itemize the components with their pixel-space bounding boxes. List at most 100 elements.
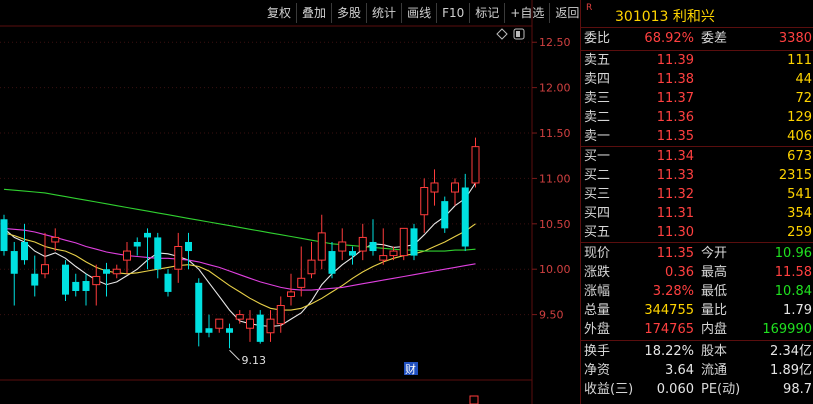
- stat-row-label: 外盘: [584, 322, 611, 337]
- bid-level-label: 买二: [584, 168, 611, 183]
- bid-level-value: 11.32: [656, 187, 694, 202]
- stat-row: 涨跌 0.36 最高 11.58: [581, 263, 813, 282]
- bid-level: 买四 11.31 354: [581, 204, 813, 223]
- ask-level-label: 卖一: [584, 129, 611, 144]
- stat-row-label-2: 今开: [701, 246, 728, 261]
- bid-level: 买五 11.30 259: [581, 223, 813, 242]
- stat-row-value: 11.35: [656, 246, 694, 261]
- kline-chart-panel[interactable]: 12.50 12.00 11.50 11.00 10.50 10.00 9.50 9.13 财 …: [0, 0, 579, 404]
- toolbar-overlay-button[interactable]: 叠加: [296, 3, 331, 23]
- window-icon-inner: [516, 31, 520, 37]
- bid-level-label: 买三: [584, 187, 611, 202]
- candle-body: [399, 227, 408, 257]
- bid-level-value-2: 541: [787, 187, 812, 202]
- fund-row-value-2: 2.34亿: [770, 344, 812, 359]
- candle-body: [21, 241, 28, 261]
- bid-level-label: 买四: [584, 206, 611, 221]
- bid-level-value: 11.31: [656, 206, 694, 221]
- candle-body: [349, 251, 356, 256]
- bid-level: 买一 11.34 673: [581, 147, 813, 166]
- bid-level-value: 11.34: [656, 149, 694, 164]
- stat-row-label-2: 最低: [701, 284, 728, 299]
- stat-row-value: 174765: [644, 322, 694, 337]
- stat-row-value-2: 169990: [762, 322, 812, 337]
- candle-body: [338, 241, 347, 252]
- candle-body: [144, 232, 151, 238]
- toolbar-statistics-button[interactable]: 统计: [366, 3, 401, 23]
- candle-body: [103, 269, 110, 274]
- candle-body: [287, 291, 295, 297]
- toolbar-add-watchlist-button[interactable]: +自选: [504, 3, 549, 23]
- low-price-pointer: [229, 349, 240, 361]
- candle-body: [235, 314, 244, 320]
- bid-level: 买三 11.32 541: [581, 185, 813, 204]
- ask-level-value-2: 72: [795, 91, 812, 106]
- fund-row-value: 3.64: [665, 363, 694, 378]
- toolbar-multi-stock-button[interactable]: 多股: [331, 3, 366, 23]
- candle-body: [51, 236, 60, 243]
- fund-row-value: 0.060: [656, 382, 694, 397]
- candle-body: [471, 146, 480, 184]
- ask-level-label: 卖二: [584, 110, 611, 125]
- y-tick-label: 12.50: [539, 36, 571, 49]
- toolbar-mark-button[interactable]: 标记: [469, 3, 504, 23]
- candle-body: [430, 182, 439, 193]
- y-tick-label: 10.50: [539, 218, 571, 231]
- candle-body: [441, 201, 449, 229]
- candle-body: [62, 264, 69, 295]
- chart-toolbar: 复权 叠加 多股 统计 画线 F10 标记 +自选 返回: [262, 3, 584, 23]
- ask-level-value-2: 44: [795, 72, 812, 87]
- stat-row-label: 总量: [584, 303, 611, 318]
- stat-row: 现价 11.35 今开 10.96: [581, 244, 813, 263]
- toolbar-f10-button[interactable]: F10: [436, 3, 469, 23]
- candle-body: [31, 273, 39, 286]
- stat-row: 外盘 174765 内盘 169990: [581, 320, 813, 339]
- y-tick-label: 11.50: [539, 127, 571, 140]
- quote-panel: R 301013 利和兴 委比 68.92% 委差 3380 卖五 11.39 11…: [580, 0, 813, 404]
- toolbar-fuquan-button[interactable]: 复权: [262, 3, 296, 23]
- ask-level: 卖二 11.36 129: [581, 108, 813, 127]
- candle-body: [451, 182, 459, 193]
- bid-level-value-2: 2315: [778, 168, 812, 183]
- bid-level-value: 11.30: [656, 225, 694, 240]
- candle-body: [82, 281, 90, 291]
- stat-row-label: 涨跌: [584, 265, 611, 280]
- stat-row-label: 涨幅: [584, 284, 611, 299]
- stat-row-value-2: 10.84: [774, 284, 812, 299]
- ask-level: 卖三 11.37 72: [581, 89, 813, 108]
- bid-level-value-2: 673: [787, 149, 812, 164]
- fund-row: 换手 18.22% 股本 2.34亿: [581, 342, 813, 361]
- fund-row: 净资 3.64 流通 1.89亿: [581, 361, 813, 380]
- ask-level-value: 11.36: [656, 110, 694, 125]
- low-price-label: 9.13: [242, 354, 267, 367]
- ask-level-label: 卖五: [584, 53, 611, 68]
- bid-level: 买二 11.33 2315: [581, 166, 813, 185]
- stat-row-label: 现价: [584, 246, 611, 261]
- divider: [581, 340, 813, 341]
- candle-body: [420, 187, 429, 216]
- candle-body: [389, 250, 398, 257]
- bid-level-label: 买一: [584, 149, 611, 164]
- fund-row-label-2: 股本: [701, 344, 728, 359]
- divider: [581, 242, 813, 243]
- candle-body: [410, 228, 418, 256]
- candle-body: [358, 236, 367, 252]
- candle-body: [164, 273, 172, 292]
- stat-row: 总量 344755 量比 1.79: [581, 301, 813, 320]
- rights-mark: R: [586, 3, 593, 13]
- stock-code-name[interactable]: 301013 利和兴: [615, 6, 715, 26]
- candle-body: [123, 250, 131, 261]
- stat-row-label-2: 量比: [701, 303, 728, 318]
- stat-row-label-2: 最高: [701, 265, 728, 280]
- candle-body: [41, 264, 49, 275]
- weibi-value: 68.92%: [644, 31, 694, 46]
- kline-chart[interactable]: 12.50 12.00 11.50 11.00 10.50 10.00 9.50 9.13 财: [0, 0, 578, 404]
- y-tick-label: 12.00: [539, 82, 571, 95]
- candle-body: [205, 328, 213, 333]
- y-tick-label: 11.00: [539, 172, 571, 185]
- candle-body: [154, 237, 162, 270]
- toolbar-draw-line-button[interactable]: 画线: [401, 3, 436, 23]
- candle-body: [369, 241, 377, 252]
- candle-body: [195, 282, 203, 333]
- y-tick-label: 9.50: [539, 309, 564, 322]
